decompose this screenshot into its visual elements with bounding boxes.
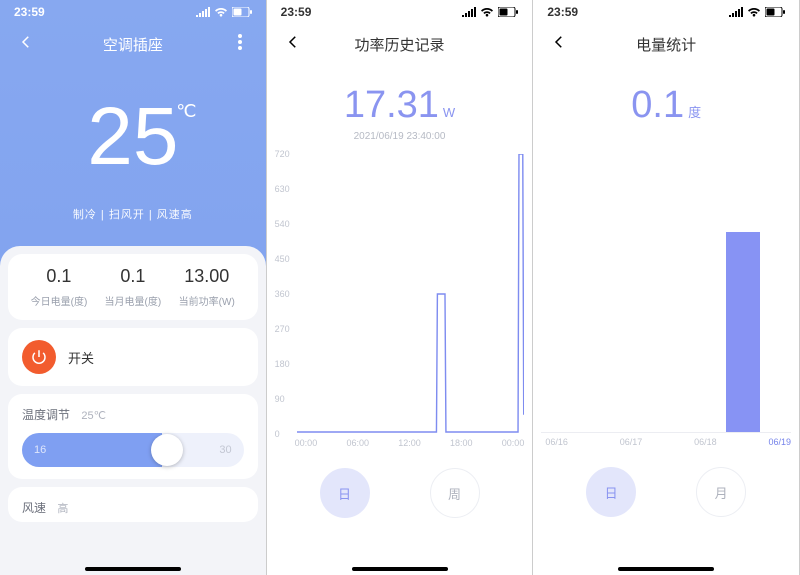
power-timestamp: 2021/06/19 23:40:00 <box>267 131 533 142</box>
temperature-slider[interactable]: 16 30 <box>22 433 244 467</box>
signal-icon <box>729 7 743 17</box>
status-icons <box>462 7 518 17</box>
temp-adjust-value: 25℃ <box>81 410 106 422</box>
slider-knob[interactable] <box>151 434 183 466</box>
home-indicator[interactable] <box>85 567 181 571</box>
status-icons <box>196 7 252 17</box>
y-tick: 90 <box>275 394 285 404</box>
temp-adjust-card: 温度调节 25℃ 16 30 <box>8 394 258 479</box>
header: 空调插座 <box>0 22 266 66</box>
fan-speed-value: 高 <box>57 503 68 515</box>
power-line-chart[interactable]: 720 630 540 450 360 270 180 90 0 <box>275 154 525 434</box>
seg-month[interactable]: 月 <box>696 467 746 517</box>
temp-adjust-title: 温度调节 <box>22 408 70 422</box>
stat-today-value: 0.1 <box>22 266 96 287</box>
wifi-icon <box>214 7 228 17</box>
energy-value: 0.1 <box>631 84 684 126</box>
period-selector: 日 周 <box>267 468 533 518</box>
x-tick: 12:00 <box>398 438 421 448</box>
stat-power-label: 当前功率(W) <box>170 293 244 308</box>
stat-month-value: 0.1 <box>96 266 170 287</box>
power-unit: W <box>443 105 455 120</box>
status-bar: 23:59 <box>267 0 533 22</box>
y-tick: 450 <box>275 254 290 264</box>
energy-unit: 度 <box>688 105 701 120</box>
slider-min: 16 <box>34 444 46 456</box>
stat-power-value: 13.00 <box>170 266 244 287</box>
screen-power-history: 23:59 功率历史记录 17.31W 2021/06/19 23:40:00 … <box>267 0 534 575</box>
screen-ac-control: 23:59 空调插座 25℃ 制冷 | 扫风开 | 风速高 <box>0 0 267 575</box>
header: 功率历史记录 <box>267 22 533 66</box>
energy-bar-chart[interactable] <box>541 153 791 433</box>
stat-power: 13.00 当前功率(W) <box>170 266 244 308</box>
temperature-value: 25 <box>87 91 178 182</box>
battery-icon <box>232 7 252 17</box>
temperature-display: 25℃ 制冷 | 扫风开 | 风速高 <box>0 66 266 246</box>
screen-energy-stats: 23:59 电量统计 0.1度 06/16 06/17 06/18 06/19 … <box>533 0 800 575</box>
signal-icon <box>196 7 210 17</box>
line-chart-svg <box>297 154 525 434</box>
battery-icon <box>765 7 785 17</box>
back-icon[interactable] <box>10 33 42 55</box>
clock: 23:59 <box>547 5 578 19</box>
bar-0619 <box>726 232 760 432</box>
status-icons <box>729 7 785 17</box>
clock: 23:59 <box>14 5 45 19</box>
stat-month: 0.1 当月电量(度) <box>96 266 170 308</box>
x-axis: 06/16 06/17 06/18 06/19 <box>545 437 791 447</box>
y-tick: 0 <box>275 429 280 439</box>
header: 电量统计 <box>533 22 799 66</box>
stat-today: 0.1 今日电量(度) <box>22 266 96 308</box>
x-tick: 00:00 <box>295 438 318 448</box>
home-indicator[interactable] <box>352 567 448 571</box>
mode-status: 制冷 | 扫风开 | 风速高 <box>0 206 266 222</box>
y-tick: 360 <box>275 289 290 299</box>
more-icon[interactable] <box>224 34 256 54</box>
seg-day[interactable]: 日 <box>586 467 636 517</box>
y-tick: 540 <box>275 219 290 229</box>
wifi-icon <box>480 7 494 17</box>
power-card[interactable]: 开关 <box>8 328 258 386</box>
current-power: 17.31 W 2021/06/19 23:40:00 <box>267 84 533 142</box>
wifi-icon <box>747 7 761 17</box>
status-bar: 23:59 <box>533 0 799 22</box>
back-icon[interactable] <box>277 33 309 55</box>
x-tick: 06/17 <box>620 437 643 447</box>
current-energy: 0.1 度 <box>533 84 799 127</box>
back-icon[interactable] <box>543 33 575 55</box>
x-tick: 06/16 <box>545 437 568 447</box>
x-tick: 06:00 <box>346 438 369 448</box>
stats-card[interactable]: 0.1 今日电量(度) 0.1 当月电量(度) 13.00 当前功率(W) <box>8 254 258 320</box>
y-tick: 180 <box>275 359 290 369</box>
power-label: 开关 <box>68 348 94 367</box>
fan-speed-title: 风速 <box>22 501 46 515</box>
y-tick: 270 <box>275 324 290 334</box>
x-tick: 00:00 <box>502 438 525 448</box>
power-button[interactable] <box>22 340 56 374</box>
power-value: 17.31 <box>344 84 439 126</box>
y-tick: 630 <box>275 184 290 194</box>
y-tick: 720 <box>275 149 290 159</box>
x-axis: 00:00 06:00 12:00 18:00 00:00 <box>295 438 525 448</box>
seg-week[interactable]: 周 <box>430 468 480 518</box>
fan-speed-card[interactable]: 风速 高 <box>8 487 258 522</box>
x-tick: 06/18 <box>694 437 717 447</box>
seg-day[interactable]: 日 <box>320 468 370 518</box>
slider-max: 30 <box>219 444 231 456</box>
home-indicator[interactable] <box>618 567 714 571</box>
control-deck: 0.1 今日电量(度) 0.1 当月电量(度) 13.00 当前功率(W) 开关 <box>0 246 266 575</box>
status-bar: 23:59 <box>0 0 266 22</box>
power-icon <box>30 348 48 366</box>
period-selector: 日 月 <box>533 467 799 517</box>
signal-icon <box>462 7 476 17</box>
battery-icon <box>498 7 518 17</box>
x-tick: 18:00 <box>450 438 473 448</box>
x-tick: 06/19 <box>768 437 791 447</box>
stat-month-label: 当月电量(度) <box>96 293 170 308</box>
temperature-unit: ℃ <box>176 102 196 120</box>
stat-today-label: 今日电量(度) <box>22 293 96 308</box>
clock: 23:59 <box>281 5 312 19</box>
